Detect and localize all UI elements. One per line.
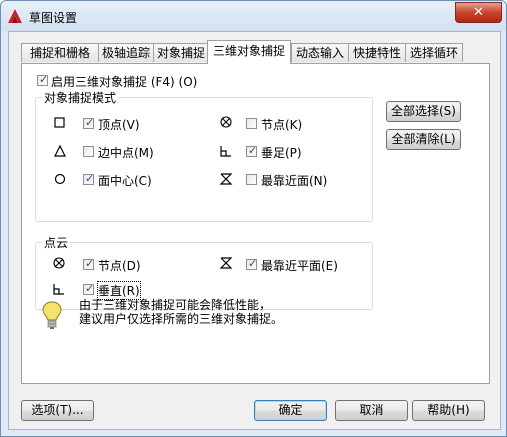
pc-perpendicular-checkbox[interactable]: ✓ xyxy=(83,282,95,295)
check-mark-icon: ✓ xyxy=(39,73,49,86)
edge-midpoint-label: 边中点(M) xyxy=(98,146,154,160)
face-center-checkbox[interactable]: ✓ xyxy=(83,172,95,185)
perpendicular-icon xyxy=(53,284,64,295)
options-button[interactable]: 选项(T)... xyxy=(21,400,94,421)
performance-note: 由于三维对象捕捉可能会降低性能， 建议用户仅选择所需的三维对象捕捉。 xyxy=(79,298,283,326)
title-bar[interactable]: 草图设置 ✕ xyxy=(1,1,506,31)
knot-icon xyxy=(53,257,65,269)
pc-nearest-plane-checkbox[interactable]: ✓ xyxy=(246,257,258,270)
check-mark-icon: ✓ xyxy=(85,282,95,295)
tab-selection-cycling[interactable]: 选择循环 xyxy=(405,43,463,62)
check-mark-icon: ✓ xyxy=(248,144,258,157)
clear-all-button[interactable]: 全部清除(L) xyxy=(386,129,461,150)
cancel-button[interactable]: 取消 xyxy=(335,400,408,421)
check-mark-icon: ✓ xyxy=(85,172,95,185)
window-title: 草图设置 xyxy=(29,11,78,25)
pc-nearest-plane-label: 最靠近平面(E) xyxy=(261,259,338,273)
close-button[interactable]: ✕ xyxy=(455,2,502,23)
check-mark-icon: ✓ xyxy=(248,257,258,270)
perpendicular-label: 垂足(P) xyxy=(261,146,302,160)
nearest-face-label: 最靠近面(N) xyxy=(261,174,328,188)
vertex-square-icon xyxy=(54,117,65,128)
face-center-label: 面中心(C) xyxy=(98,174,152,188)
perpendicular-checkbox[interactable]: ✓ xyxy=(246,144,258,157)
nearest-face-icon xyxy=(219,173,233,185)
tab-quick-properties[interactable]: 快捷特性 xyxy=(348,43,406,62)
vertex-checkbox[interactable]: ✓ xyxy=(83,116,95,129)
tab-polar-tracking[interactable]: 极轴追踪 xyxy=(98,43,154,62)
pc-perpendicular-label: 垂直(R) xyxy=(97,281,141,300)
enable-3d-osnap-label: 启用三维对象捕捉 (F4) (O) xyxy=(51,75,198,89)
tab-snap-grid[interactable]: 捕捉和栅格 xyxy=(21,43,99,62)
help-button[interactable]: 帮助(H) xyxy=(412,400,485,421)
select-all-button[interactable]: 全部选择(S) xyxy=(386,101,461,122)
tab-object-snap[interactable]: 对象捕捉 xyxy=(153,43,209,62)
dialog-window: 草图设置 ✕ 捕捉和栅格 极轴追踪 对象捕捉 三维对象捕捉 动态输入 快捷特性 … xyxy=(0,0,507,437)
tab-3d-object-snap[interactable]: 三维对象捕捉 xyxy=(207,40,291,64)
edge-midpoint-checkbox[interactable] xyxy=(83,146,94,157)
lightbulb-icon xyxy=(42,301,62,329)
pc-knot-checkbox[interactable]: ✓ xyxy=(83,257,95,270)
vertex-label: 顶点(V) xyxy=(98,118,140,132)
point-cloud-title: 点云 xyxy=(42,234,71,251)
check-mark-icon: ✓ xyxy=(85,257,95,270)
knot-checkbox[interactable] xyxy=(246,118,257,129)
perpendicular-icon xyxy=(220,146,231,157)
midpoint-triangle-icon xyxy=(54,144,66,157)
dialog-client: 捕捉和栅格 极轴追踪 对象捕捉 三维对象捕捉 动态输入 快捷特性 选择循环 ✓ … xyxy=(8,31,501,430)
pc-knot-label: 节点(D) xyxy=(98,259,141,273)
face-center-circle-icon xyxy=(54,173,66,185)
ok-button[interactable]: 确定 xyxy=(254,400,327,421)
tab-dynamic-input[interactable]: 动态输入 xyxy=(291,43,349,62)
check-mark-icon: ✓ xyxy=(85,116,95,129)
nearest-plane-icon xyxy=(219,257,233,269)
object-snap-modes-title: 对象捕捉模式 xyxy=(42,89,119,106)
note-line-2: 建议用户仅选择所需的三维对象捕捉。 xyxy=(79,312,284,326)
autocad-app-icon xyxy=(8,9,22,23)
tab-page-3d-object-snap: ✓ 启用三维对象捕捉 (F4) (O) 对象捕捉模式 ✓ 顶点(V) 边中点(M… xyxy=(21,63,490,384)
note-line-1: 由于三维对象捕捉可能会降低性能， xyxy=(79,298,272,312)
knot-label: 节点(K) xyxy=(261,118,303,132)
nearest-face-checkbox[interactable] xyxy=(246,174,257,185)
enable-3d-osnap-checkbox[interactable]: ✓ xyxy=(37,73,49,86)
knot-icon xyxy=(220,116,232,128)
